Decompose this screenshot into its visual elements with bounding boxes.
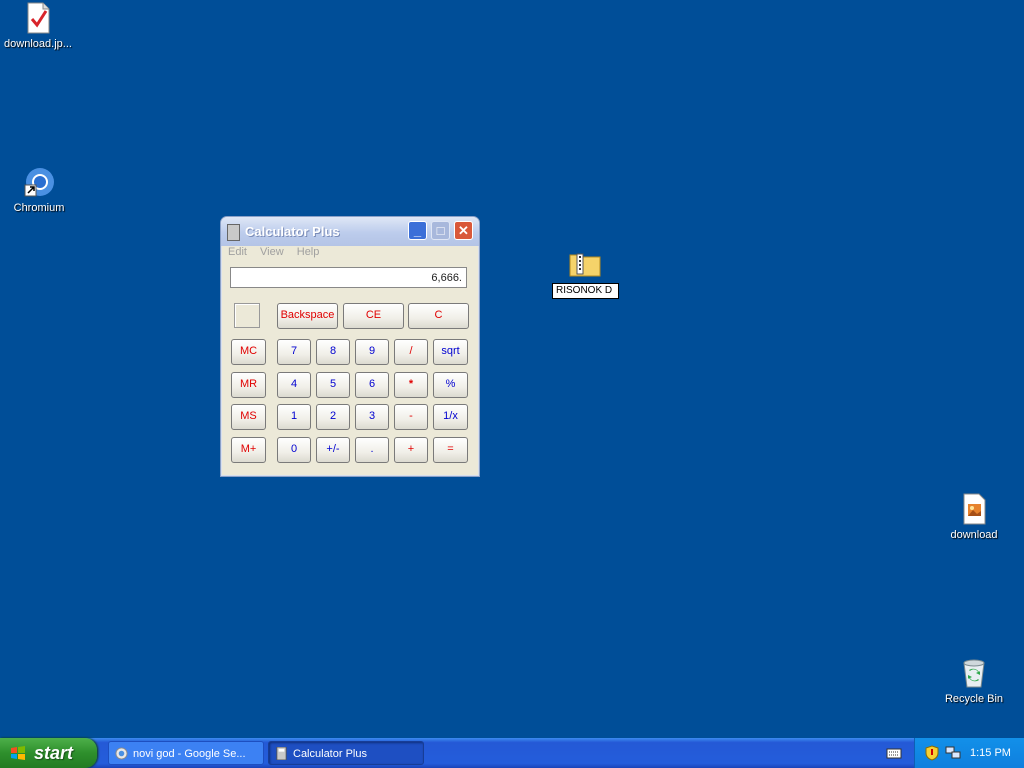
sign-toggle-button[interactable]: +/- [316,437,350,463]
menu-view[interactable]: View [260,246,284,258]
taskbar-item-label: Calculator Plus [293,748,367,760]
close-icon: ✕ [458,223,469,238]
desktop-icon-label: Recycle Bin [944,693,1004,705]
close-button[interactable]: ✕ [454,221,473,240]
windows-flag-icon [11,746,25,760]
chrome-icon [115,747,128,760]
equals-button[interactable]: = [433,437,468,463]
image-document-icon [22,2,54,34]
calculator-icon [276,747,287,760]
desktop-icon-label: download.jp... [4,38,72,50]
backspace-button[interactable]: Backspace [277,303,338,329]
calculator-icon [227,224,240,241]
minimize-icon: _ [413,223,422,238]
zip-folder-icon[interactable] [569,251,601,277]
sqrt-button[interactable]: sqrt [433,339,468,365]
desktop-icon-download-jpg[interactable]: download.jp... [0,2,78,50]
digit-9-button[interactable]: 9 [355,339,389,365]
clear-entry-button[interactable]: CE [343,303,404,329]
desktop-icon-download[interactable]: download [934,493,1014,541]
menu-help[interactable]: Help [297,246,320,258]
add-button[interactable]: + [394,437,428,463]
chromium-shortcut-icon [23,166,55,198]
memory-indicator [234,303,260,328]
recycle-bin-icon [958,657,990,689]
taskbar-item-calculator[interactable]: Calculator Plus [268,741,424,765]
digit-6-button[interactable]: 6 [355,372,389,398]
maximize-button[interactable]: □ [431,221,450,240]
desktop-icon-chromium[interactable]: Chromium [0,166,79,214]
menu-bar: Edit View Help [221,246,479,263]
multiply-button[interactable]: * [394,372,428,398]
digit-7-button[interactable]: 7 [277,339,311,365]
calculator-window: Calculator Plus _ □ ✕ Edit View Help 6,6… [220,216,480,477]
start-button[interactable]: start [0,738,97,768]
taskbar-item-chrome[interactable]: novi god - Google Se... [108,741,264,765]
digit-4-button[interactable]: 4 [277,372,311,398]
decimal-button[interactable]: . [355,437,389,463]
rename-textbox[interactable]: RISONOK D [552,283,619,299]
digit-2-button[interactable]: 2 [316,404,350,430]
digit-3-button[interactable]: 3 [355,404,389,430]
memory-add-button[interactable]: M+ [231,437,266,463]
memory-recall-button[interactable]: MR [231,372,266,398]
subtract-button[interactable]: - [394,404,428,430]
memory-clear-button[interactable]: MC [231,339,266,365]
minimize-button[interactable]: _ [408,221,427,240]
title-bar[interactable]: Calculator Plus _ □ ✕ [221,217,479,246]
percent-button[interactable]: % [433,372,468,398]
digit-8-button[interactable]: 8 [316,339,350,365]
desktop-icon-recycle-bin[interactable]: Recycle Bin [934,657,1014,705]
network-icon[interactable] [945,746,961,760]
desktop-icon-label: Chromium [13,202,65,214]
divide-button[interactable]: / [394,339,428,365]
system-tray: 1:15 PM [914,738,1024,768]
memory-store-button[interactable]: MS [231,404,266,430]
image-file-icon [958,493,990,525]
menu-edit[interactable]: Edit [228,246,247,258]
reciprocal-button[interactable]: 1/x [433,404,468,430]
window-title: Calculator Plus [245,224,340,239]
digit-5-button[interactable]: 5 [316,372,350,398]
clock[interactable]: 1:15 PM [970,738,1011,768]
taskbar-item-label: novi god - Google Se... [133,748,246,760]
clear-button[interactable]: C [408,303,469,329]
maximize-icon: □ [436,223,445,238]
security-shield-icon[interactable] [925,745,939,761]
digit-1-button[interactable]: 1 [277,404,311,430]
digit-0-button[interactable]: 0 [277,437,311,463]
desktop-icon-label: download [950,529,998,541]
keyboard-icon[interactable] [886,746,902,760]
start-label: start [34,743,74,763]
calculator-display: 6,666. [230,267,467,288]
taskbar: start novi god - Google Se... Calculator… [0,738,1024,768]
